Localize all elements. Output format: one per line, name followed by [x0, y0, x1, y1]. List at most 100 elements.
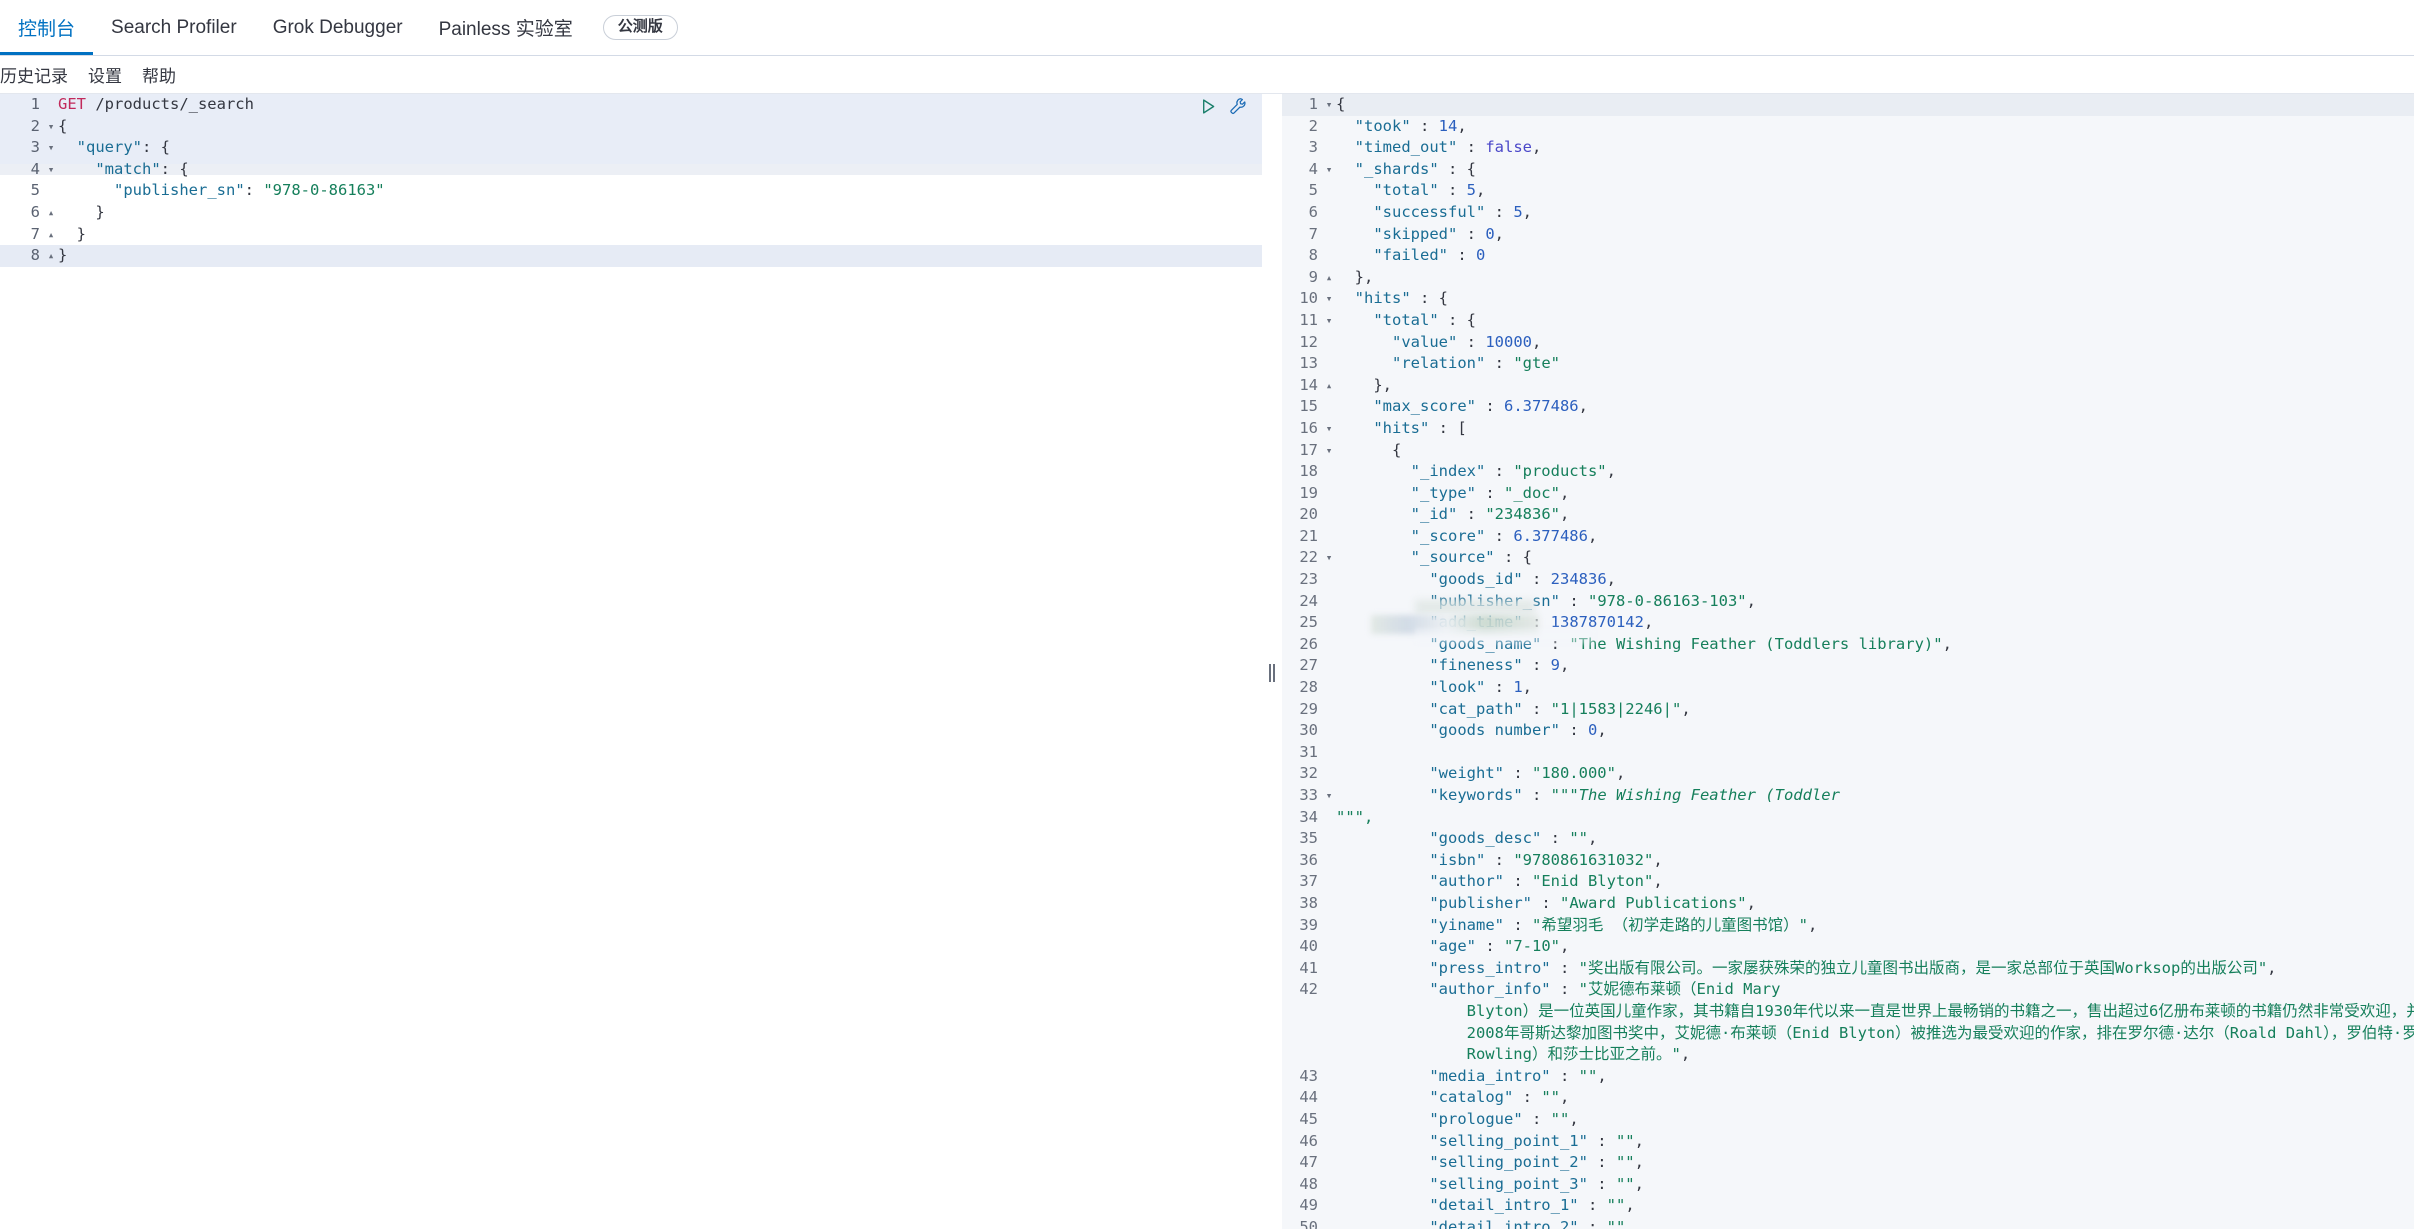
line-number: 17 — [1299, 440, 1318, 459]
fold-toggle-icon[interactable]: ▴ — [44, 202, 58, 224]
code-text: "hits" : [ — [1373, 418, 1467, 437]
code-line: 12 "value" : 10000, — [1282, 332, 2414, 354]
code-line: 29 "cat_path" : "1|1583|2246|", — [1282, 699, 2414, 721]
code-text: "catalog" : "", — [1429, 1088, 1570, 1107]
code-text: { — [58, 116, 68, 135]
code-line: 41 "press_intro" : "奖出版有限公司。一家屡获殊荣的独立儿童图… — [1282, 958, 2414, 980]
code-line: 2 ▾{ — [0, 116, 1262, 138]
line-number: 18 — [1299, 462, 1318, 481]
line-number: 38 — [1299, 893, 1318, 912]
code-text: "cat_path" : "1|1583|2246|", — [1429, 699, 1691, 718]
tab-console[interactable]: 控制台 — [0, 0, 94, 55]
fold-toggle-icon[interactable]: ▾ — [1322, 288, 1336, 310]
code-text: "hits" : { — [1354, 289, 1448, 308]
code-line: 7 ▴ } — [0, 224, 1262, 246]
tab-label: Search Profiler — [111, 16, 237, 38]
fold-toggle-icon[interactable]: ▾ — [1322, 547, 1336, 569]
line-number: 45 — [1299, 1109, 1318, 1128]
code-text: "value" : 10000, — [1392, 332, 1542, 351]
code-line: 50 "detail_intro_2" : "", — [1282, 1217, 2414, 1229]
code-text: "goods_desc" : "", — [1429, 829, 1598, 848]
fold-toggle-icon[interactable]: ▾ — [1322, 418, 1336, 440]
code-line: 5 "publisher_sn": "978-0-86163" — [0, 180, 1262, 202]
code-text: "publisher_sn": "978-0-86163" — [114, 181, 385, 200]
code-text: "_shards" : { — [1354, 159, 1476, 178]
code-line: 1 GET /products/_search — [0, 94, 1262, 116]
fold-toggle-icon[interactable]: ▾ — [1322, 159, 1336, 181]
tab-label: Grok Debugger — [272, 16, 403, 38]
line-number: 48 — [1299, 1174, 1318, 1193]
line-number: 39 — [1299, 915, 1318, 934]
line-number: 46 — [1299, 1131, 1318, 1150]
code-text: "selling_point_1" : "", — [1429, 1131, 1644, 1150]
wrench-icon[interactable] — [1229, 97, 1247, 115]
fold-toggle-icon[interactable]: ▾ — [44, 137, 58, 159]
code-text: "weight" : "180.000", — [1429, 764, 1626, 783]
line-number: 27 — [1299, 656, 1318, 675]
code-text: "_type" : "_doc", — [1410, 483, 1570, 502]
code-text: "_source" : { — [1410, 548, 1532, 567]
code-text: "max_score" : 6.377486, — [1373, 397, 1588, 416]
tab-label: 控制台 — [18, 19, 76, 40]
fold-toggle-icon[interactable]: ▾ — [1322, 310, 1336, 332]
line-number: 20 — [1299, 505, 1318, 524]
fold-toggle-icon[interactable]: ▴ — [1322, 267, 1336, 289]
submenu-item-0[interactable]: 历史记录 — [0, 62, 78, 87]
line-number: 7 — [30, 224, 40, 243]
request-editor-pane[interactable]: 1 GET /products/_search 2 ▾{3 ▾ "query": {4 ▾… — [0, 94, 1262, 1229]
fold-toggle-icon[interactable]: ▴ — [44, 224, 58, 246]
code-line: 35 "goods_desc" : "", — [1282, 828, 2414, 850]
line-number: 1 — [1308, 95, 1318, 113]
code-line: 13 "relation" : "gte" — [1282, 353, 2414, 375]
code-line: 9 ▴ }, — [1282, 267, 2414, 289]
line-number: 5 — [1308, 181, 1318, 200]
request-editor[interactable]: 1 GET /products/_search 2 ▾{3 ▾ "query": {4 ▾… — [0, 94, 1262, 267]
fold-toggle-icon[interactable]: ▴ — [44, 245, 58, 267]
code-text: { — [1336, 95, 1346, 113]
line-number: 3 — [30, 138, 40, 157]
code-text: "timed_out" : false, — [1354, 138, 1542, 157]
line-number: 33 — [1299, 786, 1318, 804]
send-request-icon[interactable] — [1200, 98, 1217, 115]
submenu-item-1[interactable]: 设置 — [78, 62, 132, 87]
line-number: 31 — [1299, 742, 1318, 761]
fold-toggle-icon[interactable]: ▾ — [1322, 785, 1336, 807]
code-text: "look" : 1, — [1429, 678, 1533, 697]
code-line: 34 """, — [1282, 807, 2414, 829]
line-number: 43 — [1299, 1066, 1318, 1085]
fold-toggle-icon[interactable]: ▾ — [44, 116, 58, 138]
response-editor[interactable]: 1 ▾{2 "took" : 14, 3 "timed_out" : false, 4… — [1282, 94, 2414, 1229]
line-number: 4 — [1308, 159, 1318, 178]
line-number: 2 — [1308, 116, 1318, 135]
fold-toggle-icon[interactable]: ▾ — [44, 159, 58, 181]
fold-toggle-icon[interactable]: ▾ — [1322, 94, 1336, 116]
code-text: "relation" : "gte" — [1392, 354, 1560, 373]
line-number: 28 — [1299, 678, 1318, 697]
code-text: } — [58, 246, 68, 265]
code-line: 49 "detail_intro_1" : "", — [1282, 1195, 2414, 1217]
fold-toggle-icon[interactable]: ▾ — [1322, 440, 1336, 462]
fold-toggle-icon[interactable]: ▴ — [1322, 375, 1336, 397]
code-line: 33 ▾ "keywords" : """The Wishing Feather … — [1282, 785, 2414, 807]
code-line: 32 "weight" : "180.000", — [1282, 763, 2414, 785]
code-line: 43 "media_intro" : "", — [1282, 1066, 2414, 1088]
response-viewer-pane[interactable]: 1 ▾{2 "took" : 14, 3 "timed_out" : false, 4… — [1282, 94, 2414, 1229]
line-number: 8 — [30, 246, 40, 265]
line-number: 5 — [30, 181, 40, 200]
code-line: 6 "successful" : 5, — [1282, 202, 2414, 224]
splitter-grip-icon[interactable] — [1269, 664, 1275, 682]
code-line: 19 "_type" : "_doc", — [1282, 483, 2414, 505]
code-line: 11 ▾ "total" : { — [1282, 310, 2414, 332]
code-text: "skipped" : 0, — [1373, 224, 1505, 243]
code-line: 37 "author" : "Enid Blyton", — [1282, 871, 2414, 893]
tab-grok-debugger[interactable]: Grok Debugger — [255, 0, 421, 55]
code-text: "took" : 14, — [1354, 116, 1467, 135]
code-text: "publisher" : "Award Publications", — [1429, 893, 1756, 912]
line-number: 6 — [30, 202, 40, 221]
line-number: 42 — [1299, 980, 1318, 999]
submenu-item-2[interactable]: 帮助 — [132, 62, 186, 87]
tab-search-profiler[interactable]: Search Profiler — [93, 0, 255, 55]
line-number: 47 — [1299, 1153, 1318, 1172]
tab-painless-实验室[interactable]: Painless 实验室 — [421, 0, 591, 55]
pane-splitter[interactable] — [1262, 94, 1282, 1229]
